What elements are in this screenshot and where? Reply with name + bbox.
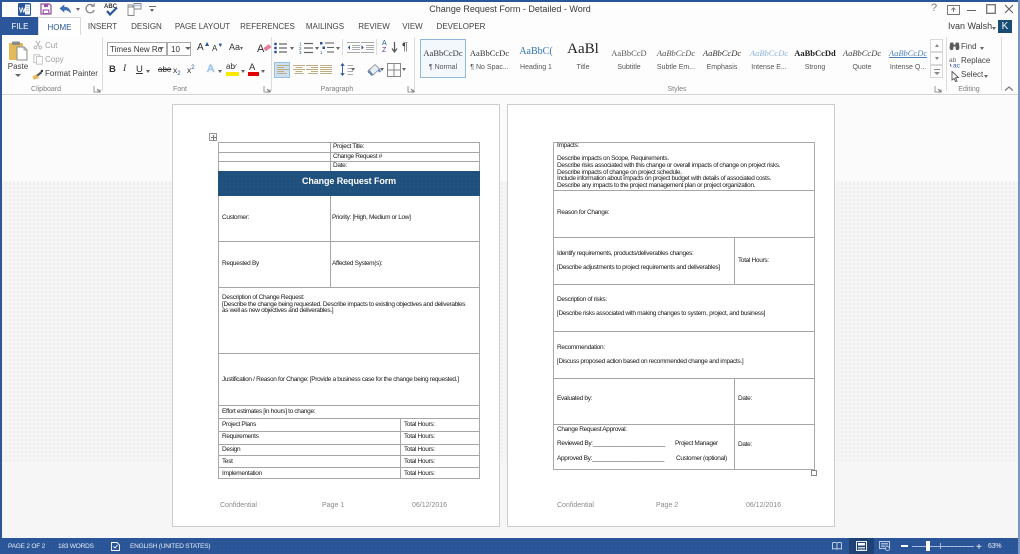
svg-text:3: 3 (299, 50, 302, 54)
svg-text:ac: ac (953, 63, 961, 69)
svg-text:1: 1 (320, 50, 323, 54)
svg-text:A: A (257, 43, 265, 54)
svg-text:W: W (19, 8, 26, 15)
